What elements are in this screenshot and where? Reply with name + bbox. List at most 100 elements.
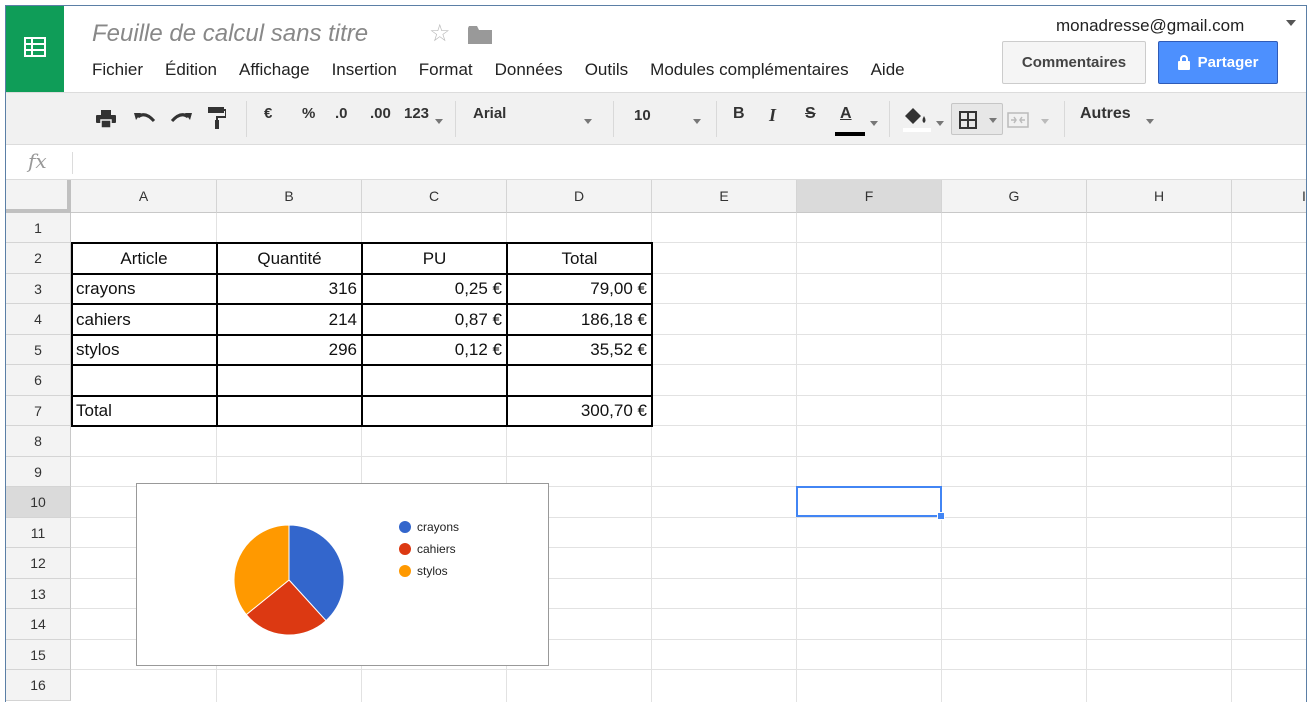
strikethrough-button[interactable]: S	[805, 105, 816, 123]
table-cell[interactable]: cahiers	[71, 304, 217, 335]
row-header-7[interactable]: 7	[6, 396, 71, 426]
row-header-8[interactable]: 8	[6, 426, 71, 457]
selected-cell-f10[interactable]	[796, 486, 942, 517]
borders-button[interactable]	[951, 103, 1003, 135]
menu-affichage[interactable]: Affichage	[239, 60, 310, 80]
more-button[interactable]: Autres	[1080, 105, 1131, 123]
menu-donnees[interactable]: Données	[495, 60, 563, 80]
column-header-f[interactable]: F	[797, 180, 942, 213]
sheet-grid[interactable]: A B C D E F G H I 1 2 3 4 5 6 7 8 9 10 11 12 13 14 15 16 Article Q…	[6, 180, 1306, 702]
merge-cells-icon[interactable]	[1007, 112, 1029, 128]
fill-color-icon[interactable]	[903, 106, 931, 132]
currency-button[interactable]: €	[264, 105, 272, 122]
table-cell[interactable]: 296	[217, 335, 362, 365]
header: Feuille de calcul sans titre ☆ Fichier É…	[6, 6, 1306, 92]
row-header-9[interactable]: 9	[6, 457, 71, 487]
menu-edition[interactable]: Édition	[165, 60, 217, 80]
italic-button[interactable]: I	[769, 105, 776, 126]
menu-aide[interactable]: Aide	[871, 60, 905, 80]
legend-label: crayons	[417, 520, 460, 534]
column-header-a[interactable]: A	[71, 180, 217, 213]
font-size-caret-icon	[693, 119, 701, 124]
row-header-6[interactable]: 6	[6, 365, 71, 396]
text-color-swatch	[835, 132, 865, 136]
toolbar-separator	[455, 101, 456, 137]
legend-item: stylos	[399, 560, 459, 582]
table-cell[interactable]: 214	[217, 304, 362, 335]
row-header-10[interactable]: 10	[6, 487, 71, 518]
grid-row-line	[71, 669, 1306, 670]
table-cell[interactable]: 316	[217, 274, 362, 304]
fill-handle[interactable]	[937, 512, 945, 520]
legend-item: crayons	[399, 516, 459, 538]
row-header-13[interactable]: 13	[6, 579, 71, 609]
star-icon[interactable]: ☆	[429, 19, 451, 48]
font-family-select[interactable]: Arial	[473, 105, 506, 122]
table-cell[interactable]: 0,87 €	[362, 304, 507, 335]
total-label-cell[interactable]: Total	[71, 396, 217, 426]
formula-bar: fx	[6, 145, 1306, 180]
row-header-11[interactable]: 11	[6, 518, 71, 548]
folder-icon[interactable]	[468, 26, 492, 44]
column-header-b[interactable]: B	[217, 180, 362, 213]
decrease-decimals-button[interactable]: .0	[335, 105, 348, 122]
column-header-h[interactable]: H	[1087, 180, 1232, 213]
row-header-12[interactable]: 12	[6, 548, 71, 579]
bold-button[interactable]: B	[733, 105, 745, 123]
account-email[interactable]: monadresse@gmail.com	[1056, 16, 1244, 36]
table-header-cell[interactable]: PU	[362, 243, 507, 274]
table-cell[interactable]: 0,12 €	[362, 335, 507, 365]
column-header-g[interactable]: G	[942, 180, 1087, 213]
share-button[interactable]: Partager	[1158, 41, 1278, 84]
borders-caret-icon	[989, 118, 997, 123]
pie-chart-svg	[233, 524, 345, 636]
sheets-logo-icon	[24, 37, 46, 57]
table-cell[interactable]: 79,00 €	[507, 274, 652, 304]
column-header-d[interactable]: D	[507, 180, 652, 213]
document-title[interactable]: Feuille de calcul sans titre	[92, 20, 368, 48]
paint-format-icon[interactable]	[208, 107, 226, 129]
table-header-cell[interactable]: Total	[507, 243, 652, 274]
row-header-1[interactable]: 1	[6, 213, 71, 243]
table-cell[interactable]: 0,25 €	[362, 274, 507, 304]
row-header-2[interactable]: 2	[6, 243, 71, 274]
formula-input[interactable]	[76, 145, 1301, 180]
comments-button[interactable]: Commentaires	[1002, 41, 1146, 84]
column-header-e[interactable]: E	[652, 180, 797, 213]
sheets-logo[interactable]	[6, 6, 64, 92]
more-formats-button[interactable]: 123	[404, 105, 429, 122]
menu-outils[interactable]: Outils	[585, 60, 628, 80]
toolbar-separator	[716, 101, 717, 137]
increase-decimals-button[interactable]: .00	[370, 105, 391, 122]
table-cell[interactable]: 186,18 €	[507, 304, 652, 335]
app-window: Feuille de calcul sans titre ☆ Fichier É…	[5, 5, 1307, 702]
account-dropdown-icon[interactable]	[1286, 20, 1296, 26]
menu-format[interactable]: Format	[419, 60, 473, 80]
text-color-button[interactable]: A	[840, 105, 852, 123]
menu-fichier[interactable]: Fichier	[92, 60, 143, 80]
menu-insertion[interactable]: Insertion	[332, 60, 397, 80]
undo-icon[interactable]	[134, 111, 156, 125]
column-header-i[interactable]: I	[1232, 180, 1306, 213]
table-cell[interactable]: stylos	[71, 335, 217, 365]
column-header-c[interactable]: C	[362, 180, 507, 213]
print-icon[interactable]	[96, 110, 116, 128]
total-value-cell[interactable]: 300,70 €	[507, 396, 652, 426]
toolbar-separator	[889, 101, 890, 137]
font-size-select[interactable]: 10	[634, 107, 651, 124]
select-all-corner[interactable]	[6, 180, 71, 213]
row-header-5[interactable]: 5	[6, 335, 71, 365]
row-header-4[interactable]: 4	[6, 304, 71, 335]
table-header-cell[interactable]: Article	[71, 243, 217, 274]
row-header-16[interactable]: 16	[6, 670, 71, 701]
row-header-15[interactable]: 15	[6, 640, 71, 670]
percent-button[interactable]: %	[302, 105, 315, 122]
menu-modules[interactable]: Modules complémentaires	[650, 60, 848, 80]
row-header-3[interactable]: 3	[6, 274, 71, 304]
table-cell[interactable]: 35,52 €	[507, 335, 652, 365]
table-cell[interactable]: crayons	[71, 274, 217, 304]
redo-icon[interactable]	[170, 111, 192, 125]
pie-chart[interactable]: crayons cahiers stylos	[136, 483, 549, 666]
row-header-14[interactable]: 14	[6, 609, 71, 640]
table-header-cell[interactable]: Quantité	[217, 243, 362, 274]
